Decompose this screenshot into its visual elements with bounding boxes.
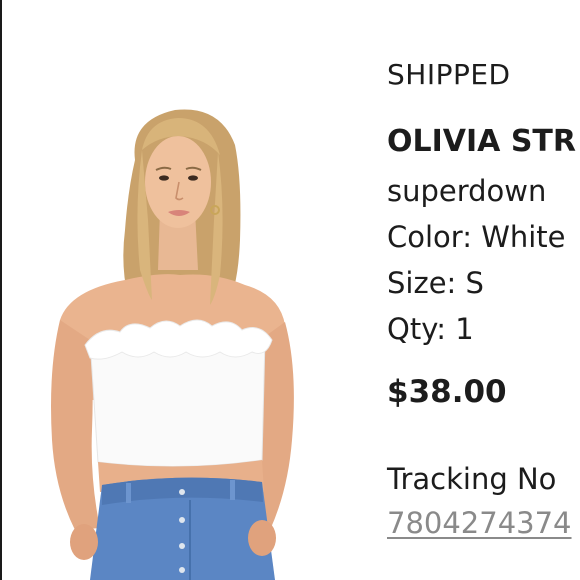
card-border	[0, 0, 2, 580]
shipping-status: SHIPPED	[387, 58, 511, 91]
tracking-label: Tracking No	[387, 462, 557, 496]
product-color: Color: White	[387, 220, 566, 254]
product-price: $38.00	[387, 374, 507, 410]
order-item-details: SHIPPED OLIVIA STR superdown Color: Whit…	[387, 0, 580, 580]
tracking-number-link[interactable]: 7804274374	[387, 506, 572, 540]
brand-name: superdown	[387, 174, 547, 208]
order-item-card: SHIPPED OLIVIA STR superdown Color: Whit…	[0, 0, 580, 580]
product-quantity: Qty: 1	[387, 312, 474, 346]
product-name[interactable]: OLIVIA STR	[387, 124, 576, 159]
product-size: Size: S	[387, 266, 484, 300]
product-image[interactable]	[30, 100, 340, 580]
